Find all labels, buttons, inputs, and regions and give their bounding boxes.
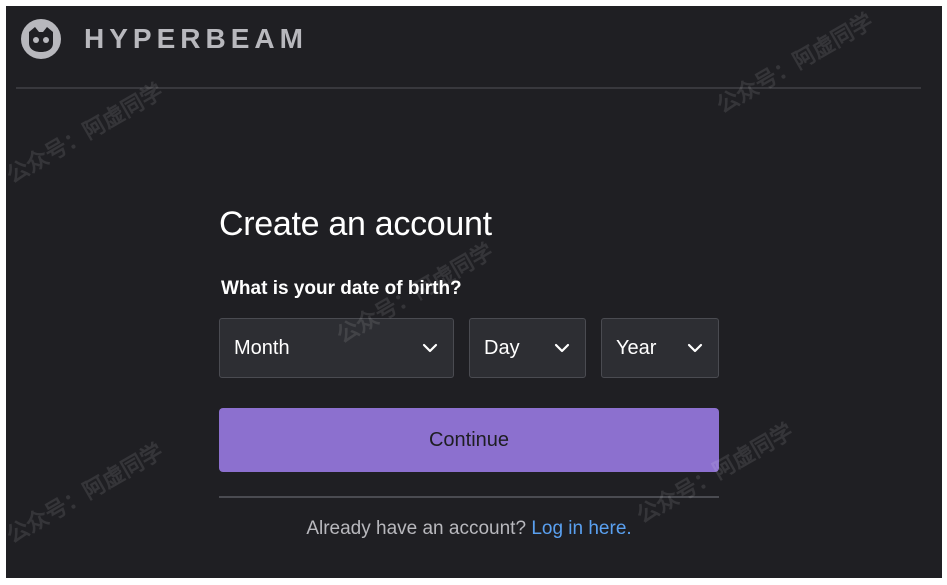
day-select-value: Day bbox=[484, 337, 520, 359]
month-select-value: Month bbox=[234, 337, 290, 359]
brand-name[interactable]: HYPERBEAM bbox=[84, 20, 308, 58]
continue-button[interactable]: Continue bbox=[219, 408, 719, 472]
hyperbeam-logo-icon[interactable] bbox=[20, 18, 62, 60]
page-title: Create an account bbox=[219, 205, 492, 243]
chevron-down-icon bbox=[687, 343, 703, 353]
watermark: 公众号：阿虚同学 bbox=[6, 438, 168, 549]
header-divider bbox=[16, 87, 921, 89]
day-select[interactable]: Day bbox=[469, 318, 586, 378]
year-select-value: Year bbox=[616, 337, 657, 359]
login-prompt-text: Already have an account? bbox=[306, 518, 532, 539]
app-window: HYPERBEAM Create an account What is your… bbox=[6, 6, 942, 578]
chevron-down-icon bbox=[554, 343, 570, 353]
header: HYPERBEAM bbox=[6, 6, 942, 88]
watermark: 公众号：阿虚同学 bbox=[6, 78, 168, 189]
month-select[interactable]: Month bbox=[219, 318, 454, 378]
dob-label: What is your date of birth? bbox=[221, 278, 462, 299]
login-link[interactable]: Log in here. bbox=[531, 518, 631, 539]
login-prompt: Already have an account? Log in here. bbox=[219, 516, 719, 542]
year-select[interactable]: Year bbox=[601, 318, 719, 378]
chevron-down-icon bbox=[422, 343, 438, 353]
card-divider bbox=[219, 496, 719, 498]
